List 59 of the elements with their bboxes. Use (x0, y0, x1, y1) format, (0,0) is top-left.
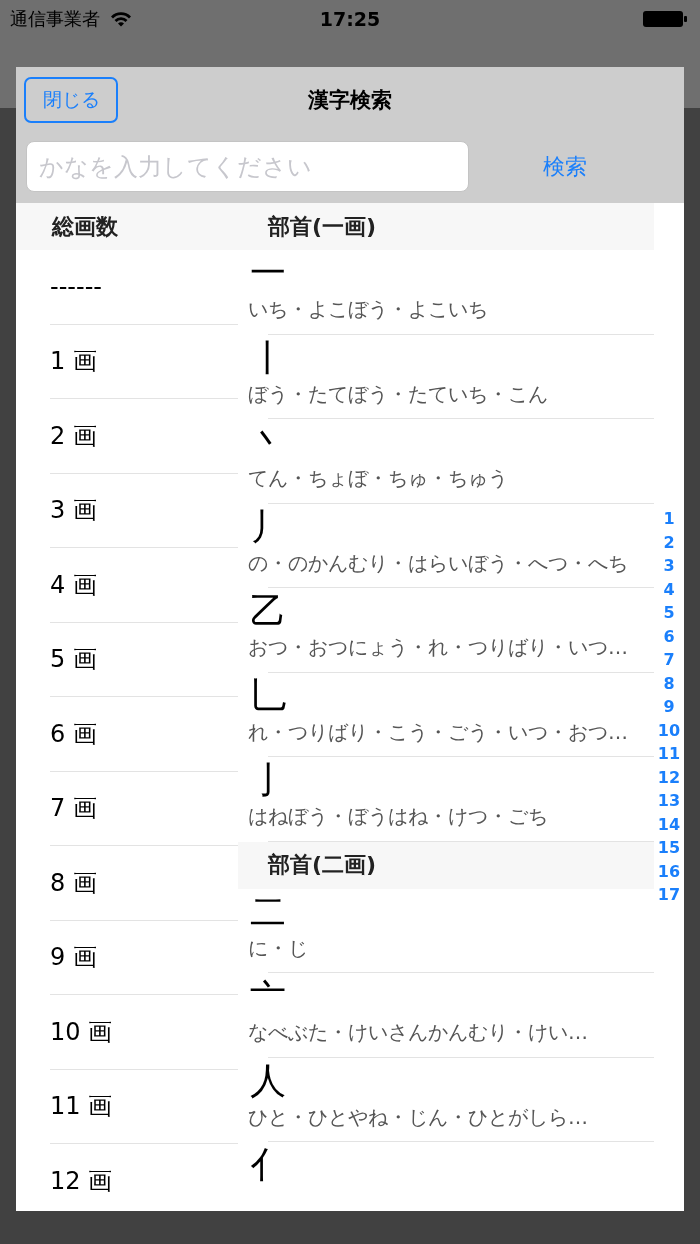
radical-reading: いち・よこぼう・よこいち (248, 296, 488, 322)
radical-kanji[interactable]: 亻 (248, 1142, 286, 1188)
radical-kanji[interactable]: 亠 (248, 973, 286, 1019)
index-link[interactable]: 15 (657, 836, 681, 860)
stroke-count-item[interactable]: 12 画 (50, 1144, 238, 1211)
stroke-count-item[interactable]: 10 画 (50, 995, 238, 1070)
stroke-count-item[interactable]: 6 画 (50, 697, 238, 772)
radical-kanji[interactable]: 人 (248, 1057, 286, 1104)
index-link[interactable]: 5 (663, 601, 675, 625)
index-link[interactable]: 9 (663, 695, 675, 719)
stroke-count-item[interactable]: 5 画 (50, 622, 238, 697)
search-field[interactable]: かなを入力してください (26, 141, 469, 192)
radical-kanji[interactable]: 丿 (248, 503, 286, 550)
radical-reading: ぼう・たてぼう・たていち・こん (248, 380, 548, 407)
header-label: 総画数 (52, 212, 118, 241)
radical-reading: に・じ (248, 934, 308, 961)
wifi-icon (110, 11, 132, 27)
index-link[interactable]: 14 (657, 812, 681, 837)
index-link[interactable]: 11 (657, 742, 681, 766)
radical-kanji[interactable]: 乙 (248, 588, 286, 634)
radical-reading: れ・つりばり・こう・ごう・いつ・おつ… (248, 718, 628, 745)
radical-reading: はねぼう・ぼうはね・けつ・ごち (248, 803, 548, 829)
index-link[interactable]: 17 (657, 883, 681, 907)
index-link[interactable]: 13 (657, 789, 681, 813)
radical-reading: ひと・ひとやね・じん・ひとがしら… (248, 1103, 588, 1130)
battery-icon (642, 9, 688, 29)
radical-kanji[interactable]: 丶 (248, 419, 286, 465)
radical-reading: の・のかんむり・はらいぼう・へつ・へち (248, 549, 628, 576)
radical-kanji[interactable]: 二 (248, 888, 286, 935)
radical-kanji[interactable]: 一 (248, 250, 286, 296)
index-link[interactable]: 1 (663, 507, 675, 531)
index-link[interactable]: 10 (657, 718, 681, 743)
index-link[interactable]: 6 (663, 624, 675, 649)
stroke-count-item[interactable]: ------ (50, 250, 238, 325)
stroke-count-item[interactable]: 11 画 (50, 1069, 238, 1144)
index-link[interactable]: 2 (663, 530, 675, 555)
stroke-count-item[interactable]: 3 画 (50, 473, 238, 548)
radical-reading: なべぶた・けいさんかんむり・けい… (248, 1019, 588, 1045)
header-label: 部首(一画) (268, 212, 377, 241)
stroke-count-item[interactable]: 9 画 (50, 920, 238, 995)
stroke-count-item[interactable]: 7 画 (50, 771, 238, 846)
index-link[interactable]: 12 (657, 765, 681, 790)
radical-kanji[interactable]: 亅 (248, 757, 286, 803)
index-link[interactable]: 7 (663, 648, 675, 672)
index-link[interactable]: 4 (663, 577, 675, 602)
index-link[interactable]: 16 (657, 859, 681, 884)
radical-kanji[interactable]: 乚 (248, 672, 286, 719)
index-link[interactable]: 8 (663, 671, 675, 696)
radical-reading: てん・ちょぼ・ちゅ・ちゅう (248, 465, 508, 491)
stroke-count-item[interactable]: 2 画 (50, 399, 238, 474)
clock-time: 17:25 (318, 8, 382, 30)
modal-title: 漢字検索 (307, 87, 393, 114)
carrier-name: 通信事業者 (10, 7, 100, 31)
radical-reading: おつ・おつにょう・れ・つりばり・いつ… (248, 634, 628, 660)
stroke-count-item[interactable]: 4 画 (50, 548, 238, 623)
index-link[interactable]: 3 (663, 554, 675, 578)
header-label: 部首(二画) (268, 851, 377, 879)
stroke-count-item[interactable]: 1 画 (50, 324, 238, 399)
radical-kanji[interactable]: 丨 (248, 334, 286, 381)
